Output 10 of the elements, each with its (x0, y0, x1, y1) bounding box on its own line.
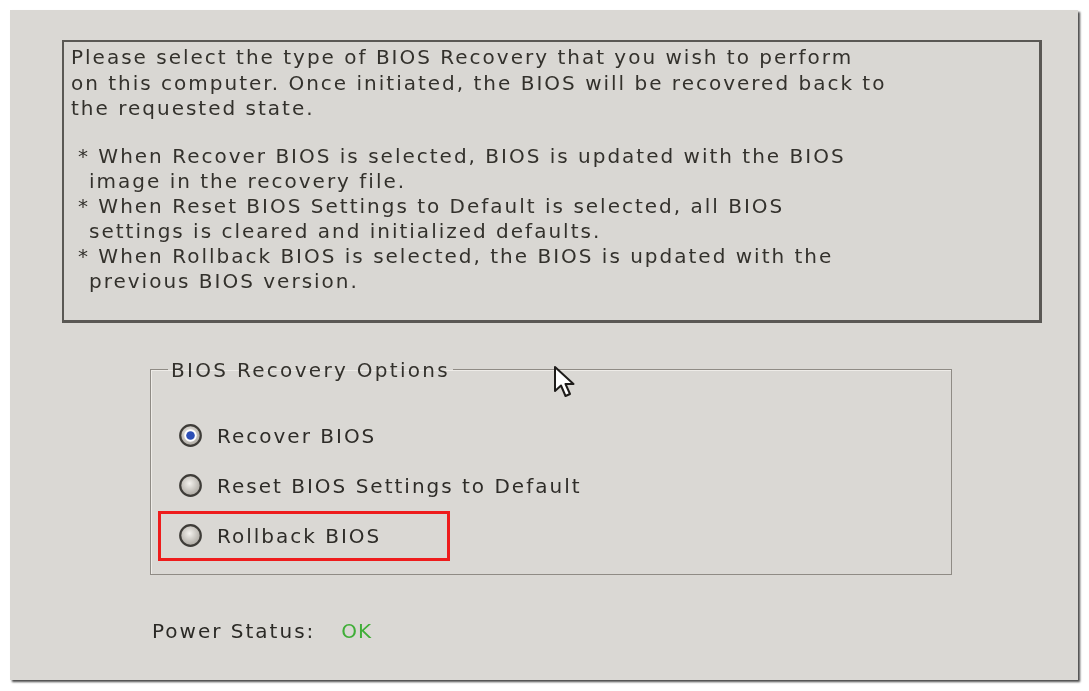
group-title: BIOS Recovery Options (170, 357, 451, 382)
radio-option[interactable]: Reset BIOS Settings to Default (179, 473, 582, 498)
note-text: * When Rollback BIOS is selected, the BIOS is updated with the previous BIOS version. (77, 243, 835, 294)
power-status-value: OK (341, 618, 373, 643)
note-text: * When Reset BIOS Settings to Default is selected, all BIOS settings is cleared and initialized defaults. (77, 193, 786, 244)
description-text: Please select the type of BIOS Recovery that you wish to perform on this computer. Once initiated, the BIOS will be recovered back to the requested state. (71, 45, 888, 122)
power-status-label: Power Status: (152, 618, 316, 643)
note-text: * When Recover BIOS is selected, BIOS is updated with the BIOS image in the recovery file. (77, 143, 847, 194)
radio-option[interactable]: Rollback BIOS (179, 523, 382, 548)
radio-option[interactable]: Recover BIOS (179, 423, 377, 448)
